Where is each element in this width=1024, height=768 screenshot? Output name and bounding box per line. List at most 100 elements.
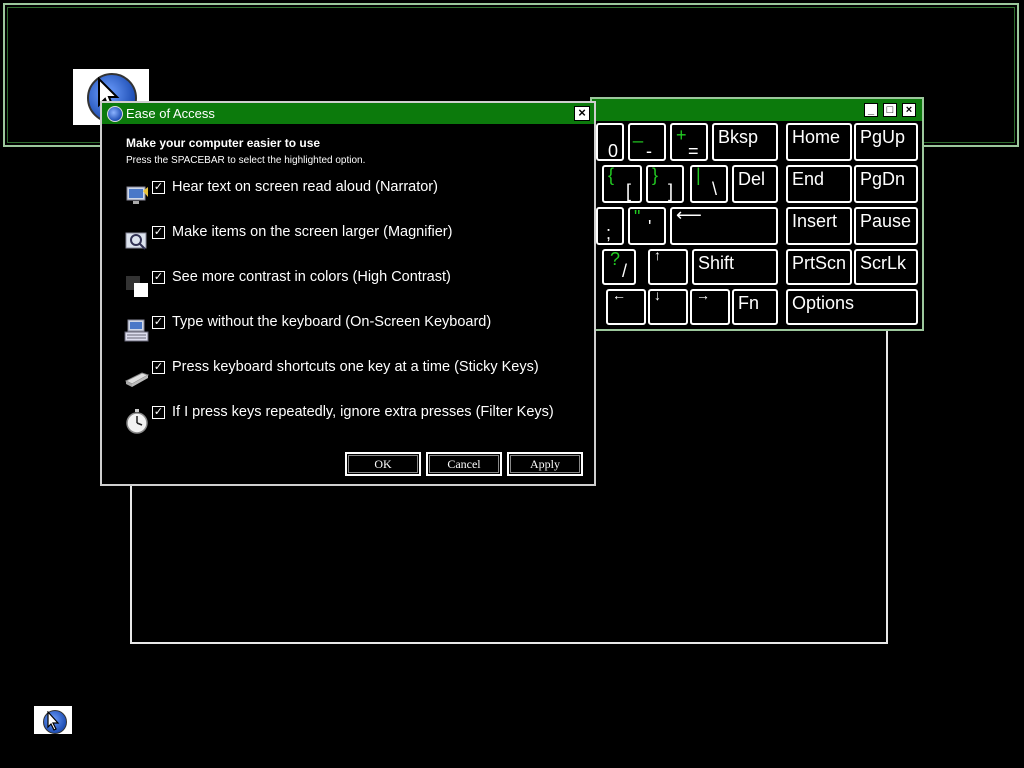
key-backslash-label: \	[712, 179, 718, 199]
key-rbracket[interactable]: } ]	[646, 165, 684, 203]
dialog-close-button[interactable]: ×	[574, 106, 590, 121]
key-fn[interactable]: Fn	[732, 289, 778, 325]
key-pgdn[interactable]: PgDn	[854, 165, 918, 203]
on-screen-keyboard-window: _ □ × 0 _ - + = Bksp Home PgUp { [ } ] |…	[590, 97, 924, 331]
high-contrast-checkbox[interactable]: ✓	[152, 271, 165, 284]
key-left[interactable]: ←	[606, 287, 646, 325]
sticky-keys-icon	[124, 372, 150, 387]
filter-keys-label: If I press keys repeatedly, ignore extra…	[172, 404, 554, 420]
ease-of-access-dialog: Ease of Access × Make your computer easi…	[100, 101, 596, 486]
sticky-keys-label: Press keyboard shortcuts one key at a ti…	[172, 359, 539, 375]
key-insert-label: Insert	[792, 211, 838, 231]
key-rbracket-shift-label: }	[652, 165, 659, 185]
ok-button[interactable]: OK	[345, 452, 421, 476]
key-lbracket[interactable]: { [	[602, 165, 642, 203]
key-quote-shift-label: "	[634, 207, 641, 227]
key-end[interactable]: End	[786, 165, 852, 203]
key-down[interactable]: ↓	[648, 287, 688, 325]
high-contrast-label: See more contrast in colors (High Contra…	[172, 269, 451, 285]
key-lbracket-label: [	[626, 181, 632, 201]
key-slash[interactable]: ? /	[602, 249, 636, 285]
option-filter-keys[interactable]: ✓ If I press keys repeatedly, ignore ext…	[124, 404, 584, 438]
key-slash-shift-label: ?	[610, 249, 621, 269]
option-on-screen-keyboard[interactable]: ✓ Type without the keyboard (On-Screen K…	[124, 314, 584, 348]
on-screen-keyboard-icon	[124, 319, 149, 342]
osk-maximize-button[interactable]: □	[883, 103, 897, 117]
key-insert[interactable]: Insert	[786, 207, 852, 245]
key-equals[interactable]: + =	[670, 123, 708, 161]
key-backslash[interactable]: | \	[690, 165, 728, 203]
option-high-contrast[interactable]: ✓ See more contrast in colors (High Cont…	[124, 269, 584, 303]
key-pgdn-label: PgDn	[860, 169, 906, 189]
sticky-keys-checkbox[interactable]: ✓	[152, 361, 165, 374]
key-fn-label: Fn	[738, 293, 760, 313]
key-equals-shift-label: +	[676, 125, 687, 145]
key-home[interactable]: Home	[786, 123, 852, 161]
dialog-heading: Make your computer easier to use	[126, 136, 321, 150]
key-pause[interactable]: Pause	[854, 207, 918, 245]
key-right[interactable]: →	[690, 287, 730, 325]
cancel-button[interactable]: Cancel	[426, 452, 502, 476]
key-end-label: End	[792, 169, 825, 189]
key-0-label: 0	[608, 141, 619, 161]
key-prtscn-label: PrtScn	[792, 253, 847, 273]
on-screen-keyboard-checkbox[interactable]: ✓	[152, 316, 165, 329]
key-up[interactable]: ↑	[648, 247, 688, 285]
key-options[interactable]: Options	[786, 289, 918, 325]
key-minus-shift-label: _	[633, 123, 644, 143]
key-pause-label: Pause	[860, 211, 912, 231]
key-options-label: Options	[792, 293, 855, 313]
enter-arrow-icon: ⟵	[676, 205, 702, 225]
narrator-icon	[126, 186, 148, 204]
key-del-label: Del	[738, 169, 766, 189]
apply-button[interactable]: Apply	[507, 452, 583, 476]
key-scrlk-label: ScrLk	[860, 253, 907, 273]
key-equals-label: =	[688, 141, 699, 161]
key-rbracket-label: ]	[668, 181, 674, 201]
key-prtscn[interactable]: PrtScn	[786, 249, 852, 285]
key-scrlk[interactable]: ScrLk	[854, 249, 918, 285]
key-0[interactable]: 0	[596, 123, 624, 161]
key-enter[interactable]: ⟵	[670, 205, 778, 245]
key-quote[interactable]: " '	[628, 207, 666, 245]
key-home-label: Home	[792, 127, 841, 147]
key-semicolon[interactable]: ;	[596, 207, 624, 245]
dialog-title: Ease of Access	[126, 106, 215, 121]
key-backslash-shift-label: |	[696, 165, 701, 185]
key-minus[interactable]: _ -	[628, 123, 666, 161]
osk-minimize-button[interactable]: _	[864, 103, 878, 117]
magnifier-checkbox[interactable]: ✓	[152, 226, 165, 239]
key-pgup-label: PgUp	[860, 127, 906, 147]
mouse-cursor-small-icon	[47, 711, 60, 731]
key-del[interactable]: Del	[732, 165, 778, 203]
right-arrow-icon: →	[696, 287, 710, 303]
key-bksp-label: Bksp	[718, 127, 759, 147]
key-semicolon-label: ;	[606, 223, 612, 243]
option-sticky-keys[interactable]: ✓ Press keyboard shortcuts one key at a …	[124, 359, 584, 393]
on-screen-keyboard-label: Type without the keyboard (On-Screen Key…	[172, 314, 492, 330]
key-minus-label: -	[646, 141, 652, 161]
key-slash-label: /	[622, 261, 628, 281]
osk-close-button[interactable]: ×	[902, 103, 916, 117]
key-lbracket-shift-label: {	[608, 165, 615, 185]
filter-keys-icon	[126, 409, 148, 434]
down-arrow-icon: ↓	[654, 287, 661, 303]
narrator-label: Hear text on screen read aloud (Narrator…	[172, 179, 438, 195]
dialog-title-bar[interactable]: Ease of Access ×	[102, 103, 594, 124]
left-arrow-icon: ←	[612, 287, 626, 303]
option-magnifier[interactable]: ✓ Make items on the screen larger (Magni…	[124, 224, 584, 258]
ease-of-access-small-button[interactable]	[34, 706, 72, 734]
magnifier-label: Make items on the screen larger (Magnifi…	[172, 224, 453, 240]
high-contrast-icon	[126, 276, 148, 297]
key-shift[interactable]: Shift	[692, 249, 778, 285]
key-quote-label: '	[648, 217, 652, 237]
osk-title-bar[interactable]: _ □ ×	[592, 99, 922, 121]
magnifier-icon	[125, 232, 147, 250]
dialog-instruction: Press the SPACEBAR to select the highlig…	[126, 155, 366, 166]
key-pgup[interactable]: PgUp	[854, 123, 918, 161]
filter-keys-checkbox[interactable]: ✓	[152, 406, 165, 419]
narrator-checkbox[interactable]: ✓	[152, 181, 165, 194]
key-bksp[interactable]: Bksp	[712, 123, 778, 161]
option-narrator[interactable]: ✓ Hear text on screen read aloud (Narrat…	[124, 179, 584, 213]
up-arrow-icon: ↑	[654, 247, 661, 263]
